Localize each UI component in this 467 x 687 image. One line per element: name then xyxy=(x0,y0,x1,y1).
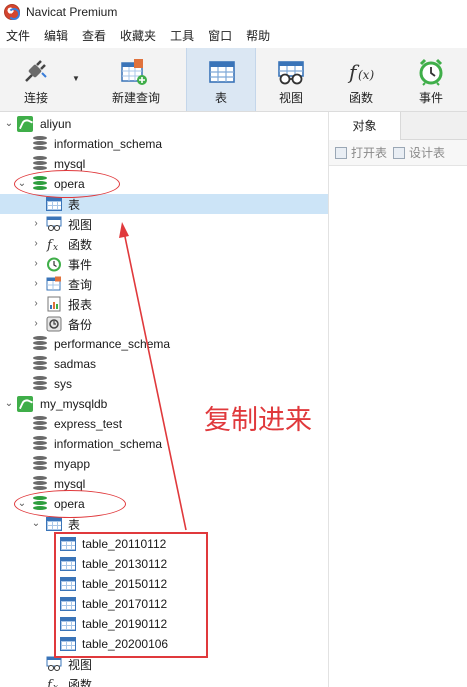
annotation-arrow xyxy=(119,222,187,531)
annotation-text: 复制进来 xyxy=(204,405,312,436)
